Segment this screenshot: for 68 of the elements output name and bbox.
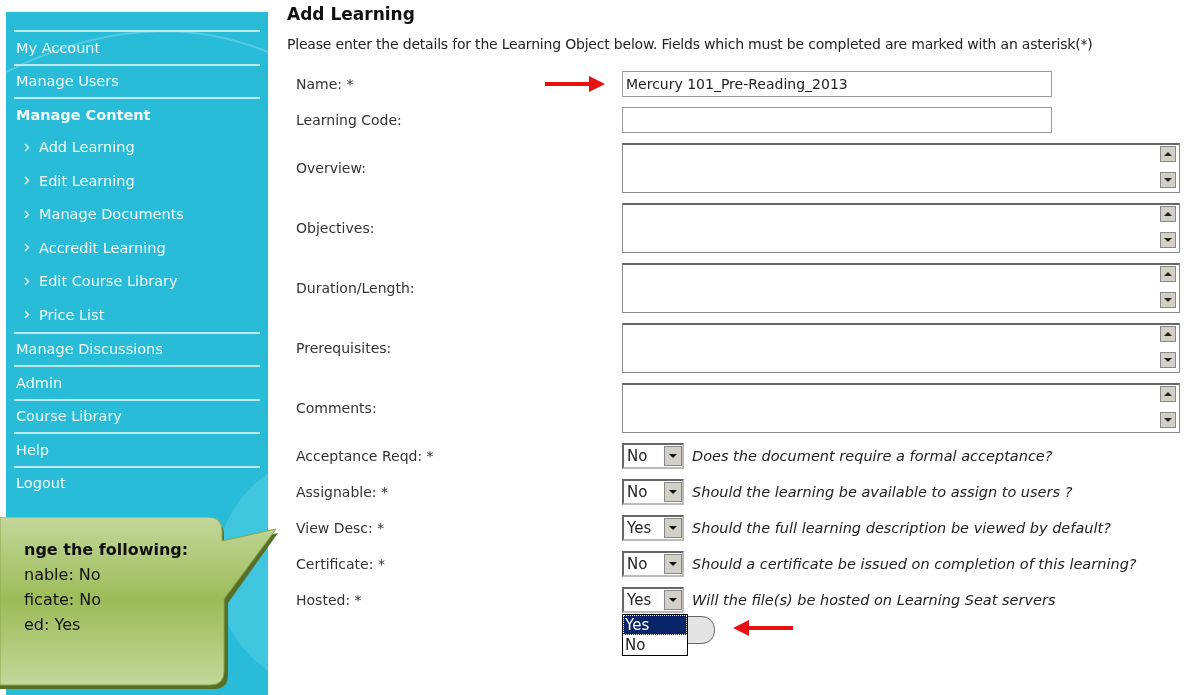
dropdown[interactable]: No [622,443,684,469]
field-label: Hosted: * [295,592,363,608]
field-hint: Should the learning be available to assign to users ? [692,484,1073,500]
chevron-icon [24,142,30,152]
text-field[interactable]: Mercury 101_Pre-Reading_2013 [622,71,1052,97]
sidebar-item[interactable]: Manage Content [16,106,151,123]
sidebar-item[interactable]: Admin [16,374,63,391]
sidebar-item[interactable]: Manage Documents [39,206,184,223]
callout-text: ed: Yes [24,614,82,636]
sidebar-item[interactable]: Price List [39,306,105,323]
sidebar-item[interactable]: Edit Course Library [39,273,178,290]
field-label: Duration/Length: [295,280,416,296]
field-hint: Should the full learning description be viewed by default? [692,520,1111,536]
page-title: Add Learning [287,4,416,24]
callout-text: nable: No [24,564,102,586]
field-hint: Should a certificate be issued on completion of this learning? [692,556,1137,572]
field-hint: Will the file(s) be hosted on Learning Seat servers [692,592,1056,608]
textarea-field[interactable] [622,383,1180,433]
field-label: View Desc: * [295,520,386,536]
text-field[interactable] [622,107,1052,133]
sidebar-item[interactable]: Logout [16,475,66,492]
field-label: Acceptance Reqd: * [295,448,435,464]
dropdown[interactable]: No [622,551,684,577]
field-label: Prerequisites: [295,340,393,356]
scroll-up-icon[interactable] [1160,206,1178,225]
callout-heading: nge the following: [24,539,190,561]
field-hint: Does the document require a formal acceptance? [692,448,1053,464]
chevron-icon [24,310,30,320]
dropdown[interactable]: Yes [622,587,684,613]
scroll-down-icon[interactable] [1160,232,1178,251]
sidebar-item[interactable]: Manage Users [16,73,119,90]
scroll-up-icon[interactable] [1160,326,1178,345]
textarea-field[interactable] [622,263,1180,313]
sidebar-item[interactable]: Add Learning [39,139,135,156]
scroll-down-icon[interactable] [1160,412,1178,431]
sidebar-item[interactable]: My Account [16,39,101,56]
chevron-icon [24,209,30,219]
scroll-up-icon[interactable] [1160,146,1178,165]
field-label: Certificate: * [295,556,386,572]
sidebar-item[interactable]: Edit Learning [39,172,135,189]
scroll-down-icon[interactable] [1160,352,1178,371]
sidebar-item[interactable]: Accredit Learning [39,239,166,256]
instructions-text: Please enter the details for the Learning Object below. Fields which must be completed are marked with an asterisk(*) [287,36,1094,52]
field-label: Objectives: [295,220,376,236]
chevron-icon [24,276,30,286]
scroll-up-icon[interactable] [1160,386,1178,405]
textarea-field[interactable] [622,203,1180,253]
chevron-icon [24,176,30,186]
field-label: Assignable: * [295,484,389,500]
field-label: Learning Code: [295,112,403,128]
chevron-icon [24,243,30,253]
textarea-field[interactable] [622,323,1180,373]
field-label: Overview: [295,160,367,176]
dropdown-option[interactable]: No [623,635,687,655]
scroll-down-icon[interactable] [1160,292,1178,311]
scroll-down-icon[interactable] [1160,172,1178,191]
dropdown[interactable]: Yes [622,515,684,541]
field-label: Name: * [295,76,355,92]
dropdown-option[interactable]: Yes [623,615,687,635]
scroll-up-icon[interactable] [1160,266,1178,285]
sidebar-item[interactable]: Manage Discussions [16,341,163,358]
dropdown[interactable]: No [622,479,684,505]
field-label: Comments: [295,400,378,416]
callout-text: ficate: No [24,589,103,611]
sidebar-item[interactable]: Course Library [16,408,122,425]
arrow-icon [733,620,793,636]
sidebar-item[interactable]: Help [16,441,50,458]
textarea-field[interactable] [622,143,1180,193]
